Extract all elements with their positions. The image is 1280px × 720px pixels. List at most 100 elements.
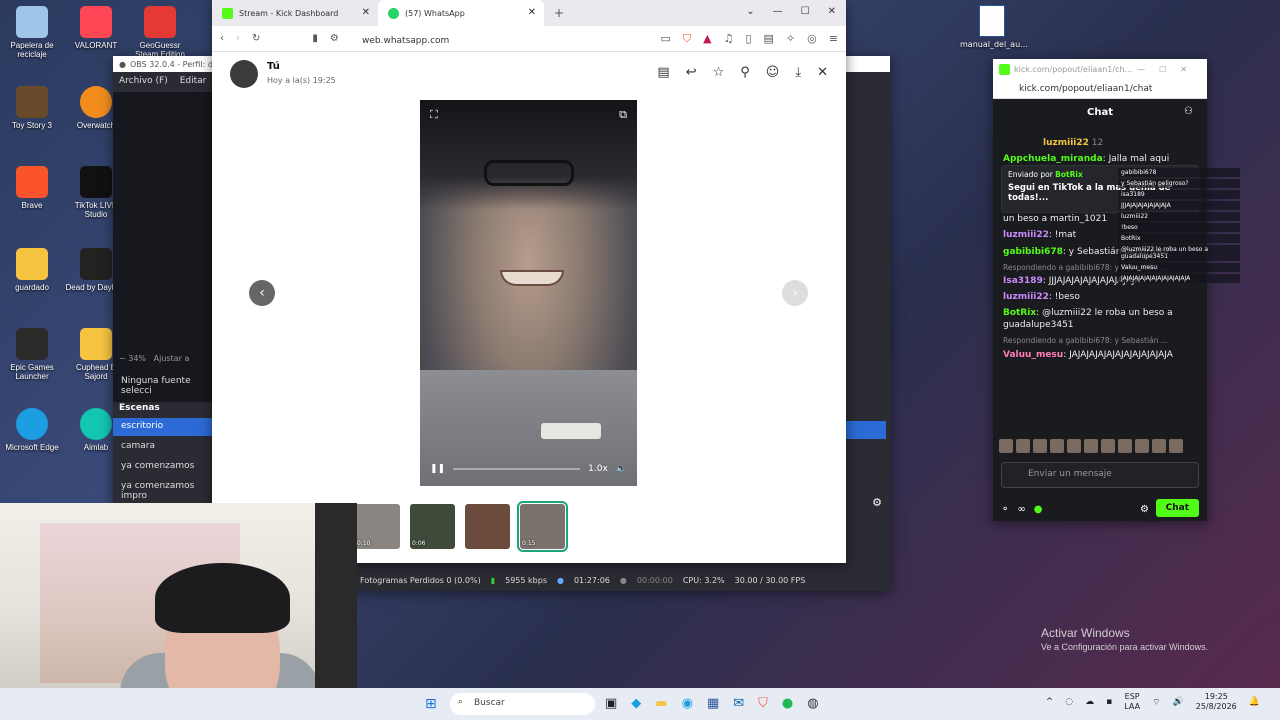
- start-button[interactable]: ⊞: [425, 696, 437, 712]
- window-controls[interactable]: —☐✕: [1137, 65, 1201, 74]
- video-player[interactable]: ⛶ ⧉ ❚❚ 1.0x 🔈: [420, 100, 637, 486]
- menu-editar[interactable]: Editar: [180, 76, 207, 88]
- desktop-icon-brave[interactable]: Brave: [0, 166, 64, 210]
- infinity-icon[interactable]: ∞: [1017, 504, 1025, 515]
- desktop-icon-edge[interactable]: Microsoft Edge: [0, 408, 64, 452]
- volume-icon[interactable]: 🔈: [616, 464, 627, 474]
- minus-icon[interactable]: −: [119, 354, 126, 363]
- cloud-icon[interactable]: ☁: [1085, 697, 1094, 707]
- media-thumbnail-selected[interactable]: 0:15: [517, 501, 568, 552]
- video-progress-bar[interactable]: [453, 468, 581, 470]
- speed-button[interactable]: 1.0x: [588, 464, 608, 474]
- chat-send-button[interactable]: Chat: [1155, 499, 1199, 517]
- task-view-icon[interactable]: ▣: [605, 696, 617, 711]
- close-tab-icon[interactable]: ✕: [362, 7, 370, 18]
- pause-icon[interactable]: ❚❚: [430, 464, 445, 474]
- new-tab-button[interactable]: +: [544, 6, 574, 26]
- close-icon[interactable]: ✕: [817, 65, 828, 80]
- picture-in-picture-icon[interactable]: ⧉: [619, 108, 627, 122]
- taskbar-search[interactable]: ⌕ Buscar: [450, 693, 595, 715]
- download-icon[interactable]: ⤓: [795, 65, 801, 80]
- site-info-icon[interactable]: ⚙: [330, 33, 339, 44]
- media-thumbnail[interactable]: 0:06: [410, 504, 455, 549]
- emote[interactable]: [1169, 439, 1183, 453]
- emote[interactable]: [1152, 439, 1166, 453]
- scene-item[interactable]: camara: [113, 438, 213, 456]
- maximize-button[interactable]: ☐: [801, 6, 810, 17]
- emote[interactable]: [1101, 439, 1115, 453]
- minimize-button[interactable]: —: [773, 6, 783, 17]
- scene-item[interactable]: ya comenzamos impro: [113, 478, 213, 501]
- emoji-icon[interactable]: ☺: [766, 65, 780, 80]
- emote[interactable]: [1084, 439, 1098, 453]
- pin-icon[interactable]: ⚲: [740, 65, 750, 80]
- close-button[interactable]: ✕: [828, 6, 836, 17]
- menu-archivo[interactable]: Archivo (F): [119, 76, 168, 88]
- network-icon[interactable]: ◌: [1065, 697, 1073, 707]
- forward-button[interactable]: ›: [236, 33, 240, 44]
- tab-kick-dashboard[interactable]: Stream - Kick Dashboard ✕: [212, 0, 378, 26]
- edge-icon[interactable]: ◉: [682, 696, 693, 711]
- kick-logo-icon[interactable]: ●: [1034, 504, 1043, 515]
- brave-icon[interactable]: ⛉: [758, 696, 768, 711]
- leo-icon[interactable]: ✧: [786, 32, 795, 46]
- back-button[interactable]: ‹: [220, 33, 224, 44]
- scene-item[interactable]: escritorio: [113, 418, 213, 436]
- reload-button[interactable]: ↻: [252, 33, 260, 44]
- menu-icon[interactable]: ≡: [829, 32, 838, 46]
- emote[interactable]: [1118, 439, 1132, 453]
- language-indicator[interactable]: ESP LAA: [1124, 692, 1140, 713]
- emote[interactable]: [1033, 439, 1047, 453]
- next-media-button[interactable]: ›: [782, 280, 808, 306]
- media-thumbnail[interactable]: [465, 504, 510, 549]
- chevron-down-icon[interactable]: ⌄: [746, 6, 754, 17]
- emote[interactable]: [1016, 439, 1030, 453]
- tray-app-icon[interactable]: ▪: [1106, 697, 1112, 707]
- wifi-icon[interactable]: ⌔: [1152, 697, 1160, 708]
- fullscreen-icon[interactable]: ⛶: [430, 108, 438, 122]
- avatar[interactable]: [230, 60, 258, 88]
- outlook-icon[interactable]: ✉: [733, 696, 744, 711]
- rewards-icon[interactable]: ▲: [703, 32, 711, 46]
- desktop-icon-toy-story[interactable]: Toy Story 3: [0, 86, 64, 130]
- file-explorer-icon[interactable]: ▬: [655, 696, 667, 711]
- obs-control-selected[interactable]: [846, 421, 886, 439]
- url-field[interactable]: web.whatsapp.com: [362, 36, 449, 46]
- points-icon[interactable]: ⚬: [1001, 504, 1009, 515]
- media-thumbnail[interactable]: 0:10: [355, 504, 400, 549]
- wallet-icon[interactable]: ▤: [764, 32, 774, 46]
- brave-shield-icon[interactable]: ⛉: [683, 32, 691, 46]
- reply-icon[interactable]: ↩: [686, 65, 697, 80]
- emote[interactable]: [999, 439, 1013, 453]
- chevron-up-icon[interactable]: ^: [1046, 697, 1054, 707]
- tab-whatsapp[interactable]: (57) WhatsApp ✕: [378, 0, 544, 26]
- sidebar-icon[interactable]: ▯: [745, 32, 751, 46]
- emote[interactable]: [1050, 439, 1064, 453]
- media-icon[interactable]: ♫: [724, 32, 734, 46]
- go-to-message-icon[interactable]: ▤: [657, 65, 669, 80]
- spotify-icon[interactable]: ●: [782, 696, 793, 711]
- widgets-icon[interactable]: ◆: [631, 696, 641, 711]
- emote[interactable]: [1067, 439, 1081, 453]
- notifications-icon[interactable]: 🔔: [1249, 697, 1260, 707]
- volume-icon[interactable]: 🔊: [1173, 697, 1184, 707]
- store-icon[interactable]: ▦: [707, 696, 719, 711]
- clock[interactable]: 19:25 25/8/2026: [1196, 692, 1237, 713]
- obs-icon[interactable]: ◍: [807, 696, 818, 711]
- close-tab-icon[interactable]: ✕: [528, 7, 536, 18]
- cast-icon[interactable]: ▭: [660, 32, 670, 46]
- bookmark-icon[interactable]: ▮: [312, 33, 318, 44]
- desktop-icon-geoguessr[interactable]: GeoGuessr Steam Edition: [128, 6, 192, 59]
- obs-zoom[interactable]: − 34% Ajustar a: [113, 354, 213, 363]
- desktop-icon-manual[interactable]: manual_del_au...: [960, 5, 1028, 49]
- desktop-icon-guardado[interactable]: guardado: [0, 248, 64, 292]
- star-icon[interactable]: ☆: [713, 65, 725, 80]
- desktop-icon-epic[interactable]: Epic Games Launcher: [0, 328, 64, 381]
- desktop-icon-recycle-bin[interactable]: Papelera de reciclaje: [0, 6, 64, 59]
- vpn-icon[interactable]: ◎: [807, 32, 817, 46]
- gear-icon[interactable]: ⚙: [1140, 504, 1149, 515]
- scene-item[interactable]: ya comenzamos: [113, 458, 213, 476]
- previous-media-button[interactable]: ‹: [249, 280, 275, 306]
- users-icon[interactable]: ⚇: [1184, 106, 1193, 117]
- gear-icon[interactable]: ⚙: [872, 496, 882, 509]
